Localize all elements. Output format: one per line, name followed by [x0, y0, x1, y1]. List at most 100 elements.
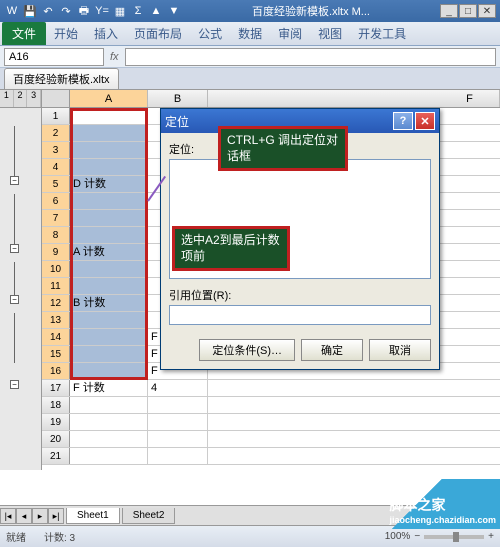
- cell[interactable]: [70, 397, 148, 413]
- col-header-b[interactable]: B: [148, 90, 208, 107]
- tab-view[interactable]: 视图: [310, 22, 350, 45]
- cell[interactable]: [148, 431, 208, 447]
- row-header[interactable]: 15: [42, 346, 70, 362]
- tab-insert[interactable]: 插入: [86, 22, 126, 45]
- dialog-help-button[interactable]: ?: [393, 112, 413, 130]
- cell[interactable]: [70, 193, 148, 209]
- cell[interactable]: [70, 312, 148, 328]
- row-header[interactable]: 12: [42, 295, 70, 311]
- cell[interactable]: [70, 108, 148, 124]
- cell[interactable]: B 计数: [70, 295, 148, 311]
- row-header[interactable]: 18: [42, 397, 70, 413]
- up-icon[interactable]: ▲: [148, 3, 164, 19]
- tab-dev[interactable]: 开发工具: [350, 22, 414, 45]
- cell[interactable]: [70, 448, 148, 464]
- outline-level-3[interactable]: 3: [27, 90, 41, 107]
- table-row[interactable]: 20: [42, 431, 500, 448]
- grid-icon[interactable]: ▦: [112, 3, 128, 19]
- cell[interactable]: [70, 159, 148, 175]
- cell[interactable]: [70, 227, 148, 243]
- cell[interactable]: [70, 363, 148, 379]
- zoom-out-button[interactable]: −: [414, 531, 420, 542]
- down-icon[interactable]: ▼: [166, 3, 182, 19]
- document-tab[interactable]: 百度经验新模板.xltx: [4, 68, 119, 89]
- formula-icon[interactable]: Y=: [94, 3, 110, 19]
- table-row[interactable]: 18: [42, 397, 500, 414]
- outline-level-1[interactable]: 1: [0, 90, 14, 107]
- row-header[interactable]: 20: [42, 431, 70, 447]
- table-row[interactable]: 19: [42, 414, 500, 431]
- dialog-ref-input[interactable]: [169, 305, 431, 325]
- row-header[interactable]: 10: [42, 261, 70, 277]
- save-icon[interactable]: 💾: [22, 3, 38, 19]
- zoom-slider[interactable]: [424, 535, 484, 539]
- row-header[interactable]: 3: [42, 142, 70, 158]
- tab-review[interactable]: 审阅: [270, 22, 310, 45]
- row-header[interactable]: 8: [42, 227, 70, 243]
- outline-collapse-icon[interactable]: −: [10, 380, 19, 389]
- file-tab[interactable]: 文件: [2, 22, 46, 45]
- row-header[interactable]: 2: [42, 125, 70, 141]
- cell[interactable]: [70, 431, 148, 447]
- close-button[interactable]: ✕: [478, 4, 496, 18]
- ok-button[interactable]: 确定: [301, 339, 363, 361]
- row-header[interactable]: 14: [42, 329, 70, 345]
- minimize-button[interactable]: _: [440, 4, 458, 18]
- cell[interactable]: [70, 125, 148, 141]
- cell[interactable]: [70, 329, 148, 345]
- fx-icon[interactable]: fx: [110, 51, 119, 63]
- outline-collapse-icon[interactable]: −: [10, 244, 19, 253]
- cell[interactable]: [70, 142, 148, 158]
- redo-icon[interactable]: ↷: [58, 3, 74, 19]
- special-button[interactable]: 定位条件(S)…: [199, 339, 295, 361]
- select-all-corner[interactable]: [42, 90, 70, 107]
- cell[interactable]: [70, 346, 148, 362]
- cell[interactable]: [70, 414, 148, 430]
- col-header-f[interactable]: F: [440, 90, 500, 107]
- maximize-button[interactable]: □: [459, 4, 477, 18]
- row-header[interactable]: 5: [42, 176, 70, 192]
- row-header[interactable]: 1: [42, 108, 70, 124]
- row-header[interactable]: 21: [42, 448, 70, 464]
- outline-collapse-icon[interactable]: −: [10, 176, 19, 185]
- sheet-nav-next[interactable]: ▸: [32, 508, 48, 524]
- dialog-close-button[interactable]: ✕: [415, 112, 435, 130]
- row-header[interactable]: 4: [42, 159, 70, 175]
- formula-bar[interactable]: [125, 48, 496, 66]
- table-row[interactable]: 17F 计数4: [42, 380, 500, 397]
- tab-data[interactable]: 数据: [230, 22, 270, 45]
- sheet-nav-first[interactable]: |◂: [0, 508, 16, 524]
- cell[interactable]: [148, 397, 208, 413]
- tab-layout[interactable]: 页面布局: [126, 22, 190, 45]
- cell[interactable]: F 计数: [70, 380, 148, 396]
- cell[interactable]: [148, 448, 208, 464]
- cancel-button[interactable]: 取消: [369, 339, 431, 361]
- row-header[interactable]: 16: [42, 363, 70, 379]
- sheet-nav-prev[interactable]: ◂: [16, 508, 32, 524]
- cell[interactable]: [70, 261, 148, 277]
- cell[interactable]: D 计数: [70, 176, 148, 192]
- outline-level-2[interactable]: 2: [14, 90, 28, 107]
- sheet-tab-1[interactable]: Sheet1: [66, 508, 120, 524]
- cell[interactable]: [148, 414, 208, 430]
- row-header[interactable]: 6: [42, 193, 70, 209]
- row-header[interactable]: 17: [42, 380, 70, 396]
- row-header[interactable]: 9: [42, 244, 70, 260]
- cell[interactable]: [70, 210, 148, 226]
- zoom-level[interactable]: 100%: [385, 531, 411, 542]
- sum-icon[interactable]: Σ: [130, 3, 146, 19]
- row-header[interactable]: 13: [42, 312, 70, 328]
- outline-collapse-icon[interactable]: −: [10, 295, 19, 304]
- row-header[interactable]: 7: [42, 210, 70, 226]
- undo-icon[interactable]: ↶: [40, 3, 56, 19]
- sheet-tab-2[interactable]: Sheet2: [122, 508, 176, 524]
- row-header[interactable]: 19: [42, 414, 70, 430]
- cell[interactable]: 4: [148, 380, 208, 396]
- cell[interactable]: [70, 278, 148, 294]
- sheet-nav-last[interactable]: ▸|: [48, 508, 64, 524]
- row-header[interactable]: 11: [42, 278, 70, 294]
- name-box[interactable]: A16: [4, 48, 104, 66]
- table-row[interactable]: 21: [42, 448, 500, 465]
- cell[interactable]: A 计数: [70, 244, 148, 260]
- col-header-a[interactable]: A: [70, 90, 148, 107]
